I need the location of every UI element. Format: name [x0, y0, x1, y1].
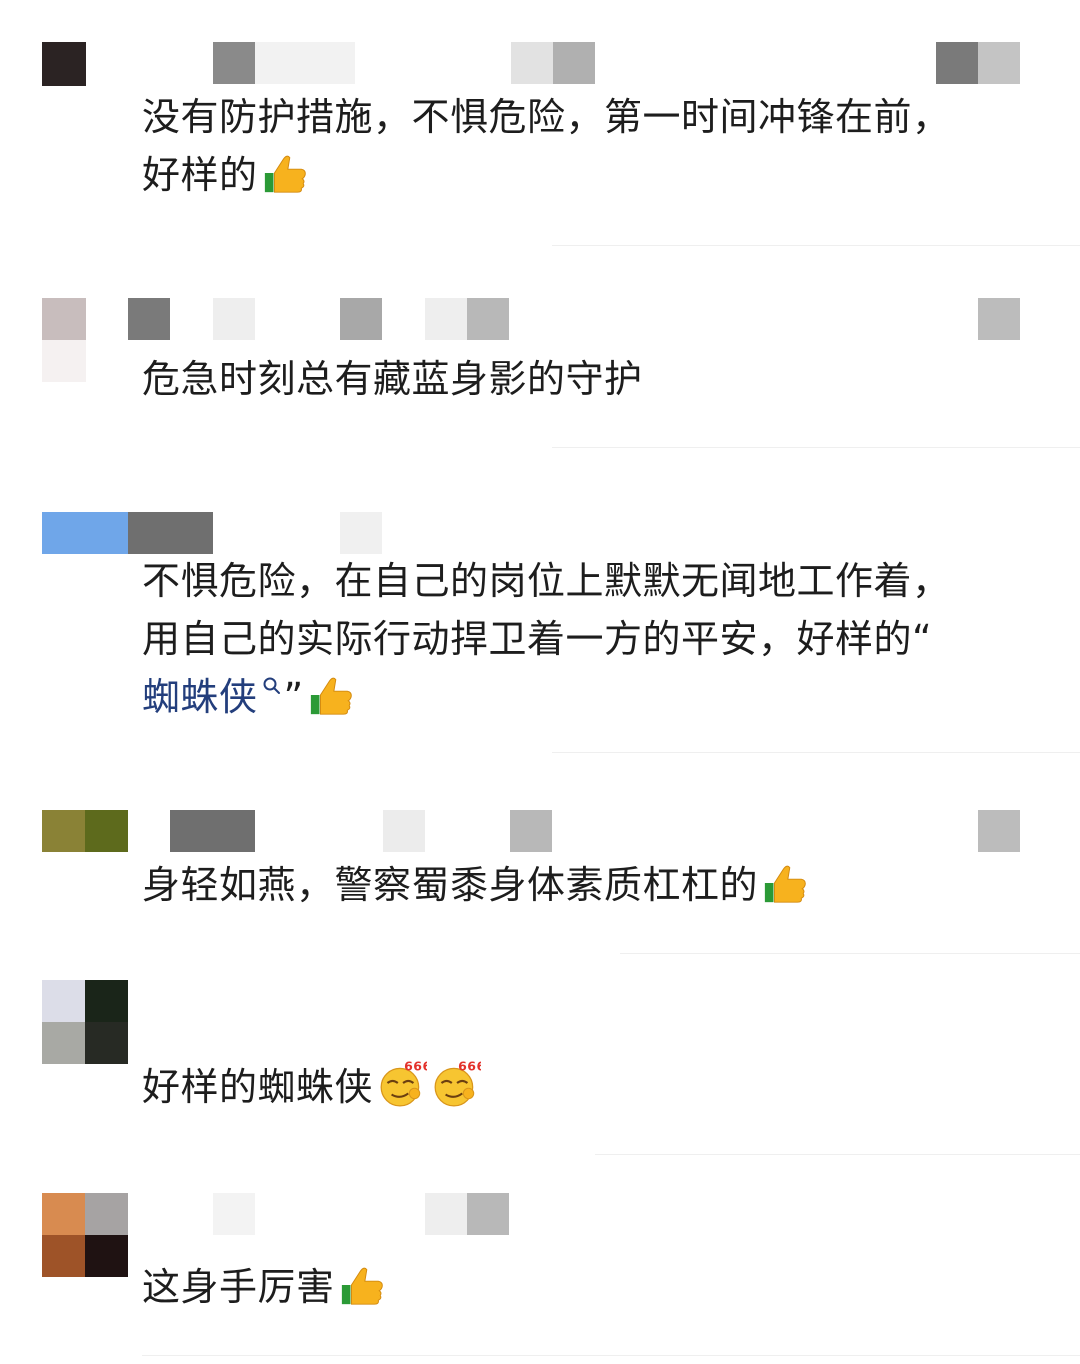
- like-icon[interactable]: [978, 810, 1020, 852]
- divider: [620, 953, 1080, 954]
- comment-text: 没有防护措施，不惧危险，第一时间冲锋在前， 好样的: [142, 88, 1012, 204]
- comment-text: 危急时刻总有藏蓝身影的守护: [142, 350, 1012, 408]
- comment-text-line: 好样的蜘蛛侠: [142, 1065, 374, 1109]
- thumbs-up-icon: [264, 155, 306, 193]
- avatar[interactable]: [42, 810, 128, 852]
- svg-text:666: 666: [404, 1059, 427, 1074]
- divider: [595, 1154, 1080, 1155]
- avatar[interactable]: [42, 1193, 128, 1277]
- 666-emoji-icon: 666: [380, 1059, 427, 1107]
- 666-emoji-icon: 666: [434, 1059, 481, 1107]
- thumbs-up-icon: [341, 1267, 383, 1305]
- spider-man-link[interactable]: 蜘蛛侠: [142, 675, 258, 719]
- comment-text: 身轻如燕，警察蜀黍身体素质杠杠的: [142, 856, 1012, 914]
- like-icon[interactable]: [936, 42, 978, 84]
- thumbs-up-icon: [310, 677, 352, 715]
- avatar[interactable]: [42, 980, 128, 1064]
- search-icon[interactable]: [262, 676, 282, 696]
- thumbs-up-icon: [764, 865, 806, 903]
- comment-text-line: ”: [283, 675, 304, 719]
- avatar[interactable]: [42, 42, 86, 86]
- divider: [142, 1355, 1080, 1356]
- comment-text-line: 身轻如燕，警察蜀黍身体素质杠杠的: [142, 863, 759, 907]
- avatar[interactable]: [42, 298, 86, 382]
- comment-text-line: 不惧危险，在自己的岗位上默默无闻地工作着，: [142, 559, 951, 603]
- comment-text-line: 危急时刻总有藏蓝身影的守护: [142, 357, 643, 401]
- like-icon[interactable]: [978, 298, 1020, 340]
- comment-text-line: 没有防护措施，不惧危险，第一时间冲锋在前，: [142, 95, 951, 139]
- comment-text-line: 这身手厉害: [142, 1265, 335, 1309]
- divider: [552, 447, 1080, 448]
- comment-text-line: 用自己的实际行动捍卫着一方的平安，好样的“: [142, 617, 933, 661]
- comment-text: 好样的蜘蛛侠 666 666: [142, 1058, 1012, 1116]
- like-icon-2[interactable]: [978, 42, 1020, 84]
- comment-text: 这身手厉害: [142, 1258, 1012, 1316]
- comment-text: 不惧危险，在自己的岗位上默默无闻地工作着， 用自己的实际行动捍卫着一方的平安，好…: [142, 552, 1012, 726]
- svg-text:666: 666: [458, 1059, 481, 1074]
- divider: [552, 752, 1080, 753]
- avatar[interactable]: [42, 512, 128, 554]
- comment-text-line: 好样的: [142, 153, 258, 197]
- divider: [552, 245, 1080, 246]
